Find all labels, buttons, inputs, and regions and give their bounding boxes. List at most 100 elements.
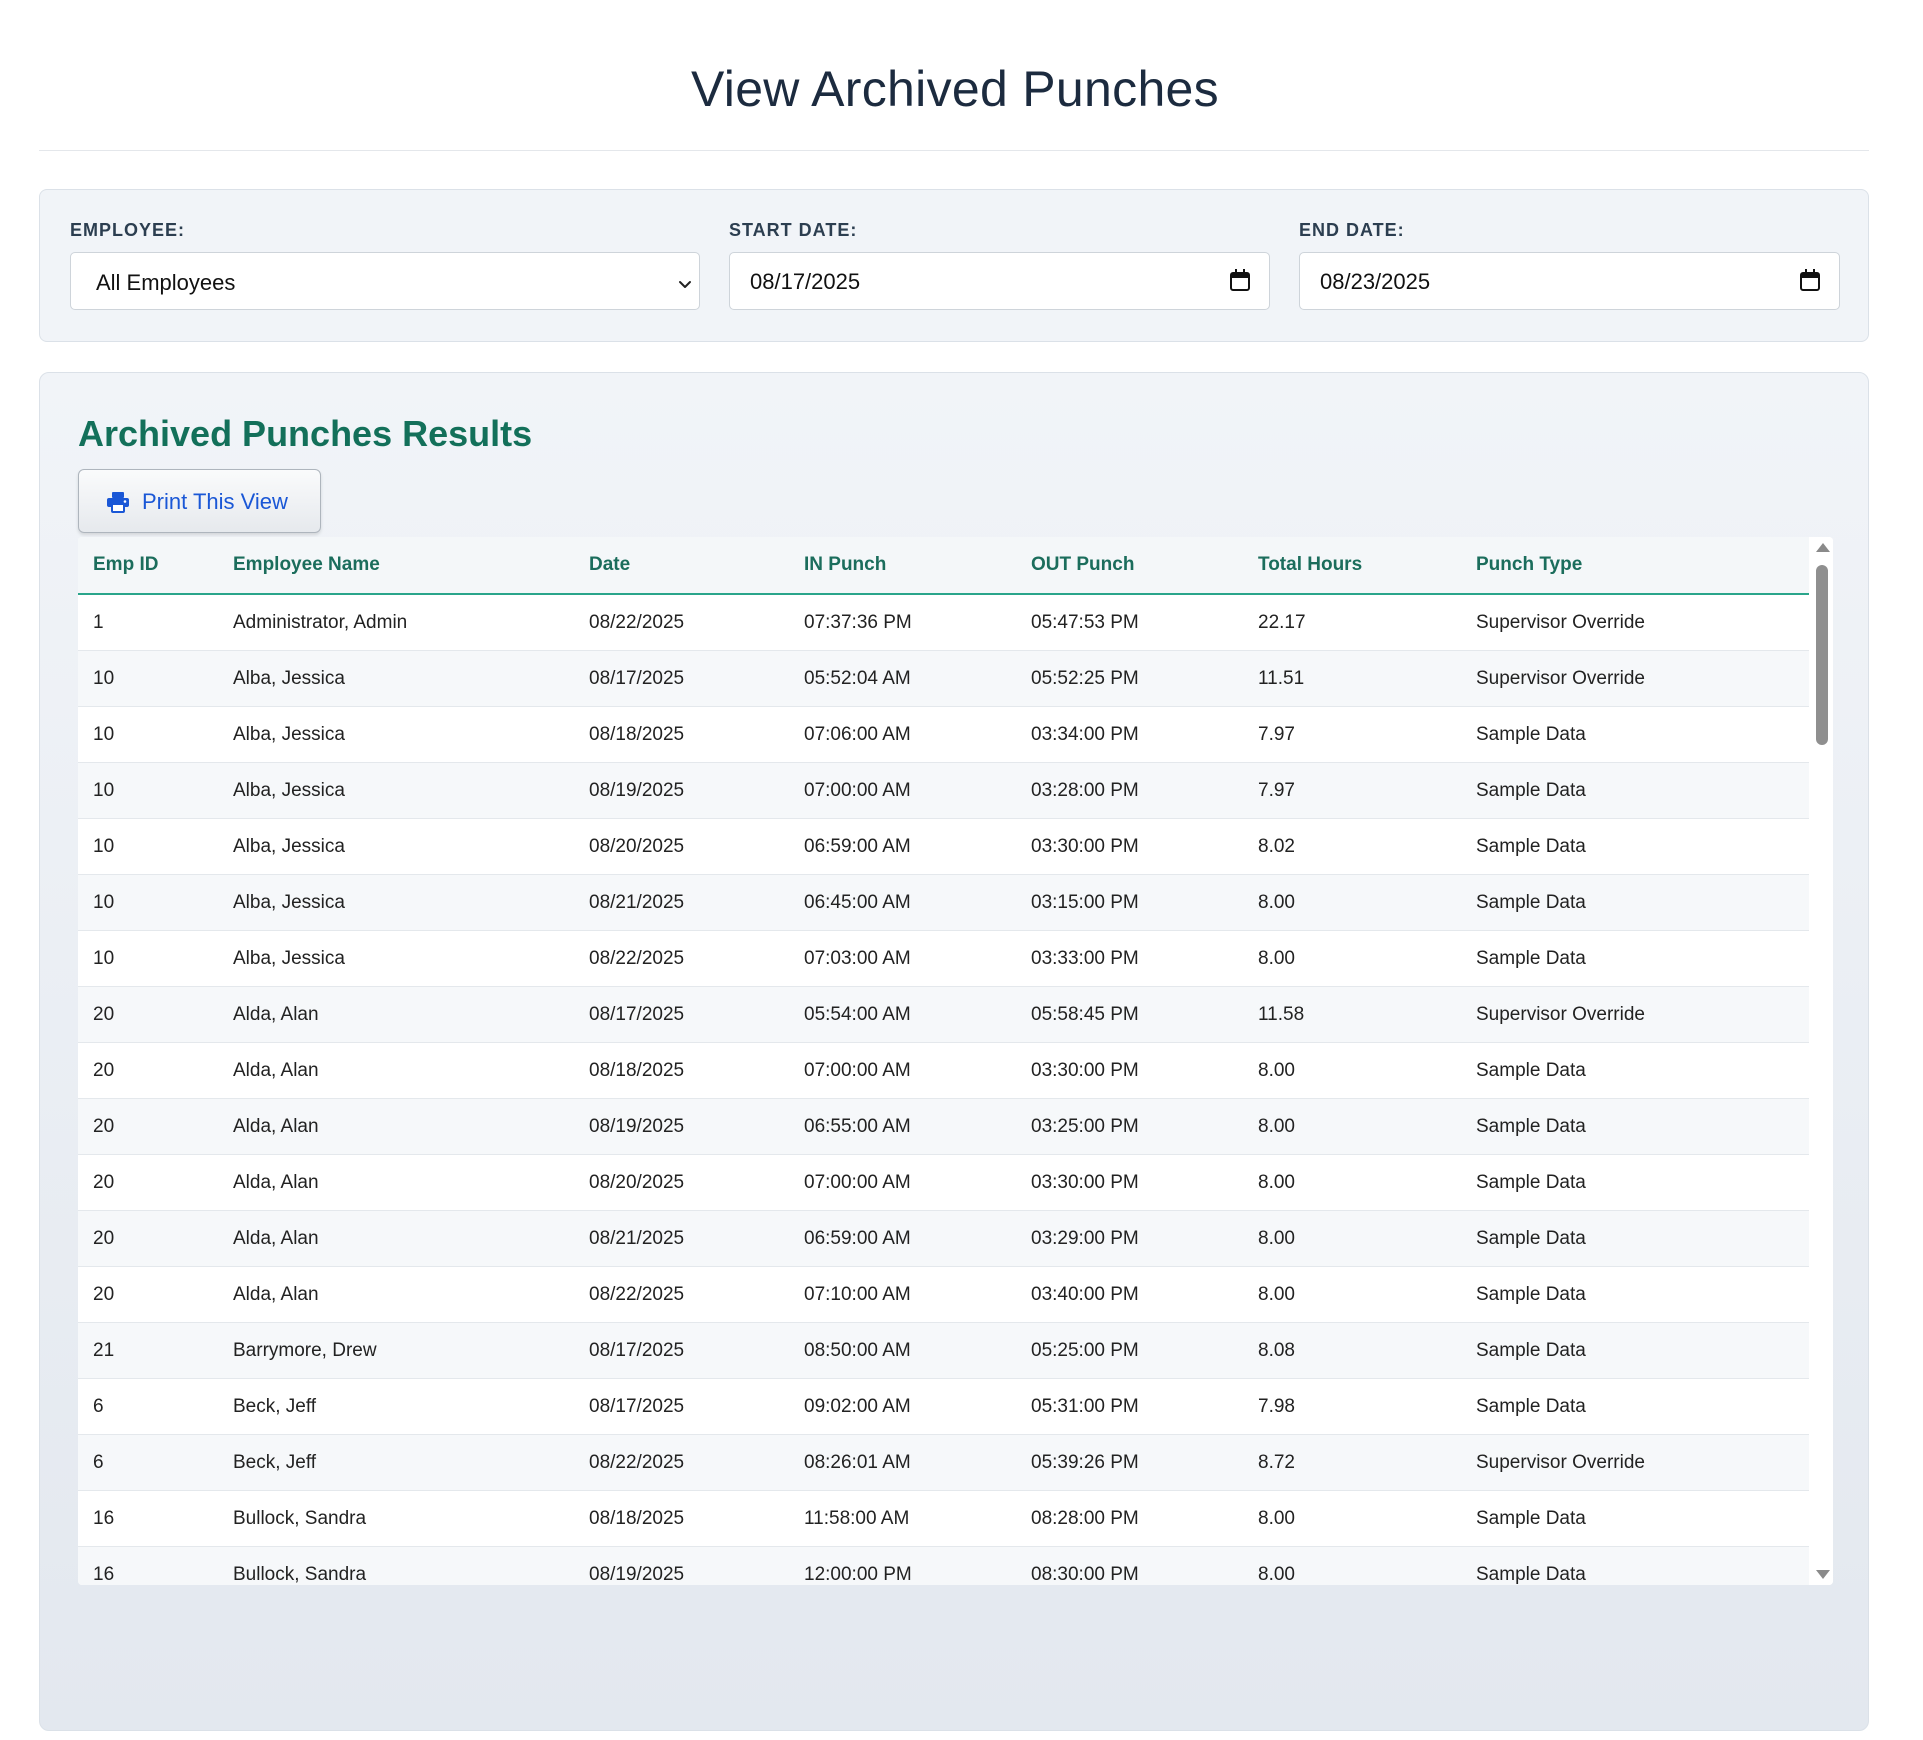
cell-in-punch: 06:45:00 AM [804,874,1031,931]
table-scrollbar[interactable] [1811,537,1833,1585]
table-row: 16 Bullock, Sandra 08/18/2025 11:58:00 AM 08… [78,1490,1809,1547]
cell-employee-name: Administrator, Admin [233,594,589,651]
cell-out-punch: 05:25:00 PM [1031,1322,1258,1379]
cell-in-punch: 07:03:00 AM [804,930,1031,987]
cell-punch-type: Sample Data [1476,1266,1809,1323]
cell-in-punch: 07:00:00 AM [804,1042,1031,1099]
cell-punch-type: Sample Data [1476,1154,1809,1211]
cell-total-hours: 8.00 [1258,1266,1476,1323]
filter-panel: EMPLOYEE: All Employees START DATE: 08/1… [39,189,1869,342]
cell-date: 08/20/2025 [589,818,804,875]
table-row: 6 Beck, Jeff 08/22/2025 08:26:01 AM 05:39:26… [78,1434,1809,1491]
cell-punch-type: Sample Data [1476,706,1809,763]
punches-table-container: Emp ID Employee Name Date IN Punch OUT Punch… [78,537,1833,1585]
cell-emp-id: 10 [78,706,233,763]
end-date-input[interactable]: 08/23/2025 [1299,252,1840,310]
start-date-input[interactable]: 08/17/2025 [729,252,1270,310]
cell-employee-name: Beck, Jeff [233,1378,589,1435]
cell-out-punch: 03:34:00 PM [1031,706,1258,763]
cell-emp-id: 20 [78,1042,233,1099]
cell-punch-type: Sample Data [1476,930,1809,987]
cell-total-hours: 22.17 [1258,594,1476,651]
cell-out-punch: 03:30:00 PM [1031,818,1258,875]
cell-in-punch: 06:59:00 AM [804,1210,1031,1267]
calendar-icon[interactable] [1229,268,1251,298]
calendar-icon[interactable] [1799,268,1821,298]
cell-total-hours: 8.00 [1258,1546,1476,1585]
cell-employee-name: Beck, Jeff [233,1434,589,1491]
employee-select[interactable]: All Employees [70,252,700,310]
employee-filter: EMPLOYEE: All Employees [70,220,700,310]
scroll-down-arrow-icon[interactable] [1816,1570,1830,1579]
cell-emp-id: 10 [78,762,233,819]
column-header-total-hours: Total Hours [1258,537,1476,595]
cell-date: 08/18/2025 [589,1490,804,1547]
cell-out-punch: 03:28:00 PM [1031,762,1258,819]
cell-total-hours: 8.00 [1258,1098,1476,1155]
cell-total-hours: 8.00 [1258,874,1476,931]
results-title: Archived Punches Results [78,413,533,454]
cell-out-punch: 03:40:00 PM [1031,1266,1258,1323]
cell-emp-id: 10 [78,818,233,875]
table-row: 21 Barrymore, Drew 08/17/2025 08:50:00 AM 05… [78,1322,1809,1379]
cell-punch-type: Sample Data [1476,1098,1809,1155]
cell-out-punch: 08:28:00 PM [1031,1490,1258,1547]
cell-emp-id: 20 [78,1266,233,1323]
cell-emp-id: 20 [78,986,233,1043]
table-row: 10 Alba, Jessica 08/22/2025 07:03:00 AM 03:3… [78,930,1809,987]
cell-out-punch: 08:30:00 PM [1031,1546,1258,1585]
start-date-value: 08/17/2025 [750,269,861,294]
cell-employee-name: Alba, Jessica [233,818,589,875]
cell-total-hours: 8.00 [1258,1042,1476,1099]
cell-total-hours: 8.00 [1258,1154,1476,1211]
cell-in-punch: 05:54:00 AM [804,986,1031,1043]
cell-total-hours: 8.00 [1258,930,1476,987]
cell-employee-name: Alba, Jessica [233,762,589,819]
cell-date: 08/17/2025 [589,650,804,707]
table-row: 20 Alda, Alan 08/20/2025 07:00:00 AM 03:30:0… [78,1154,1809,1211]
cell-date: 08/22/2025 [589,930,804,987]
cell-punch-type: Sample Data [1476,818,1809,875]
table-row: 20 Alda, Alan 08/18/2025 07:00:00 AM 03:30:0… [78,1042,1809,1099]
scrollbar-thumb[interactable] [1816,565,1828,745]
print-view-button[interactable]: Print This View [78,469,321,533]
cell-emp-id: 21 [78,1322,233,1379]
cell-date: 08/21/2025 [589,874,804,931]
cell-total-hours: 8.02 [1258,818,1476,875]
column-header-employee-name: Employee Name [233,537,589,595]
cell-total-hours: 7.97 [1258,762,1476,819]
cell-punch-type: Supervisor Override [1476,594,1809,651]
column-header-punch-type: Punch Type [1476,537,1809,595]
table-row: 20 Alda, Alan 08/17/2025 05:54:00 AM 05:58:4… [78,986,1809,1043]
printer-icon [106,491,130,518]
title-divider [39,150,1869,151]
cell-punch-type: Supervisor Override [1476,986,1809,1043]
cell-date: 08/18/2025 [589,706,804,763]
end-date-label: END DATE: [1299,220,1405,240]
table-row: 10 Alba, Jessica 08/21/2025 06:45:00 AM 03:1… [78,874,1809,931]
scroll-up-arrow-icon[interactable] [1816,543,1830,552]
cell-employee-name: Alda, Alan [233,986,589,1043]
cell-punch-type: Sample Data [1476,1546,1809,1585]
cell-date: 08/22/2025 [589,594,804,651]
cell-in-punch: 08:50:00 AM [804,1322,1031,1379]
cell-in-punch: 07:10:00 AM [804,1266,1031,1323]
cell-employee-name: Alda, Alan [233,1098,589,1155]
cell-employee-name: Alba, Jessica [233,650,589,707]
cell-employee-name: Alba, Jessica [233,874,589,931]
start-date-label: START DATE: [729,220,858,240]
cell-out-punch: 05:58:45 PM [1031,986,1258,1043]
table-row: 10 Alba, Jessica 08/19/2025 07:00:00 AM 03:2… [78,762,1809,819]
cell-employee-name: Bullock, Sandra [233,1490,589,1547]
archived-punches-page: View Archived Punches EMPLOYEE: All Empl… [0,0,1923,1740]
cell-out-punch: 05:47:53 PM [1031,594,1258,651]
column-header-in-punch: IN Punch [804,537,1031,595]
cell-emp-id: 16 [78,1546,233,1585]
cell-total-hours: 8.72 [1258,1434,1476,1491]
cell-date: 08/20/2025 [589,1154,804,1211]
cell-punch-type: Sample Data [1476,762,1809,819]
cell-date: 08/19/2025 [589,1098,804,1155]
cell-employee-name: Alda, Alan [233,1154,589,1211]
cell-out-punch: 03:30:00 PM [1031,1154,1258,1211]
cell-employee-name: Alba, Jessica [233,706,589,763]
